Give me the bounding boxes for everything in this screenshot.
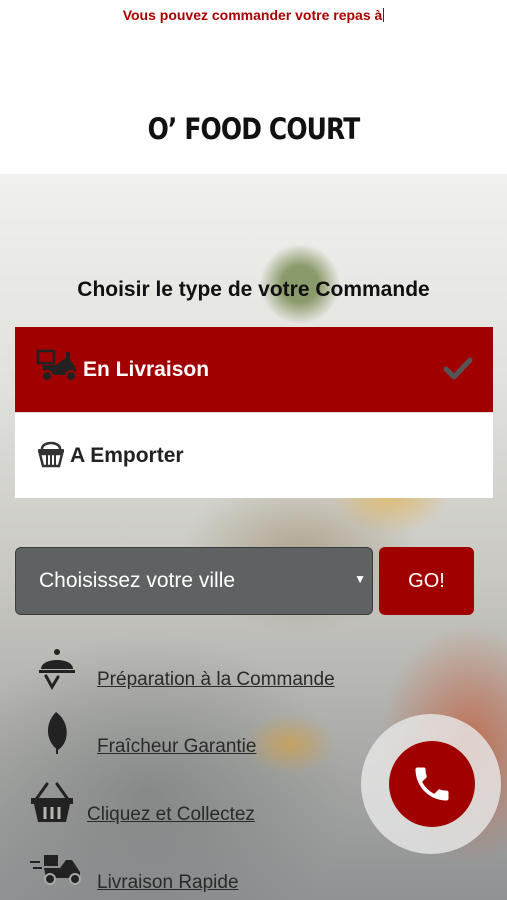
delivery-scooter-icon: [30, 855, 81, 885]
option-delivery-label: En Livraison: [83, 358, 210, 381]
phone-icon: [415, 767, 449, 801]
header: O’ FOOD COURT: [0, 32, 507, 174]
option-delivery[interactable]: En Livraison: [15, 327, 493, 412]
brand-logo[interactable]: O’ FOOD COURT: [35, 112, 471, 146]
city-select-value: Choisissez votre ville: [39, 569, 236, 592]
delivery-scooter-icon: [36, 349, 77, 382]
feature-link-freshness[interactable]: Fraîcheur Garantie: [97, 736, 256, 758]
order-type-title: Choisir le type de votre Commande: [77, 278, 430, 301]
go-button[interactable]: GO!: [379, 547, 474, 615]
city-select[interactable]: Choisissez votre ville ▼: [15, 547, 373, 615]
basket-icon: [38, 441, 64, 468]
hero-section: Choisir le type de votre Commande En Liv…: [0, 174, 507, 900]
call-button[interactable]: [389, 741, 475, 827]
call-button-halo: [361, 714, 501, 854]
feature-item: Préparation à la Commande: [0, 644, 507, 694]
basket-icon: [31, 782, 73, 822]
cloche-icon: [39, 649, 75, 691]
text-cursor: [383, 8, 385, 22]
option-takeaway[interactable]: A Emporter: [15, 413, 493, 498]
top-banner: Vous pouvez commander votre repas à: [0, 0, 507, 32]
feature-link-fast-delivery[interactable]: Livraison Rapide: [97, 872, 239, 894]
chevron-down-icon: ▼: [354, 572, 366, 586]
option-takeaway-label: A Emporter: [70, 444, 184, 467]
leaf-icon: [47, 712, 67, 754]
check-icon: [443, 357, 473, 380]
feature-link-click-collect[interactable]: Cliquez et Collectez: [87, 804, 255, 826]
feature-link-preparation[interactable]: Préparation à la Commande: [97, 669, 335, 691]
banner-text: Vous pouvez commander votre repas à: [122, 7, 383, 23]
